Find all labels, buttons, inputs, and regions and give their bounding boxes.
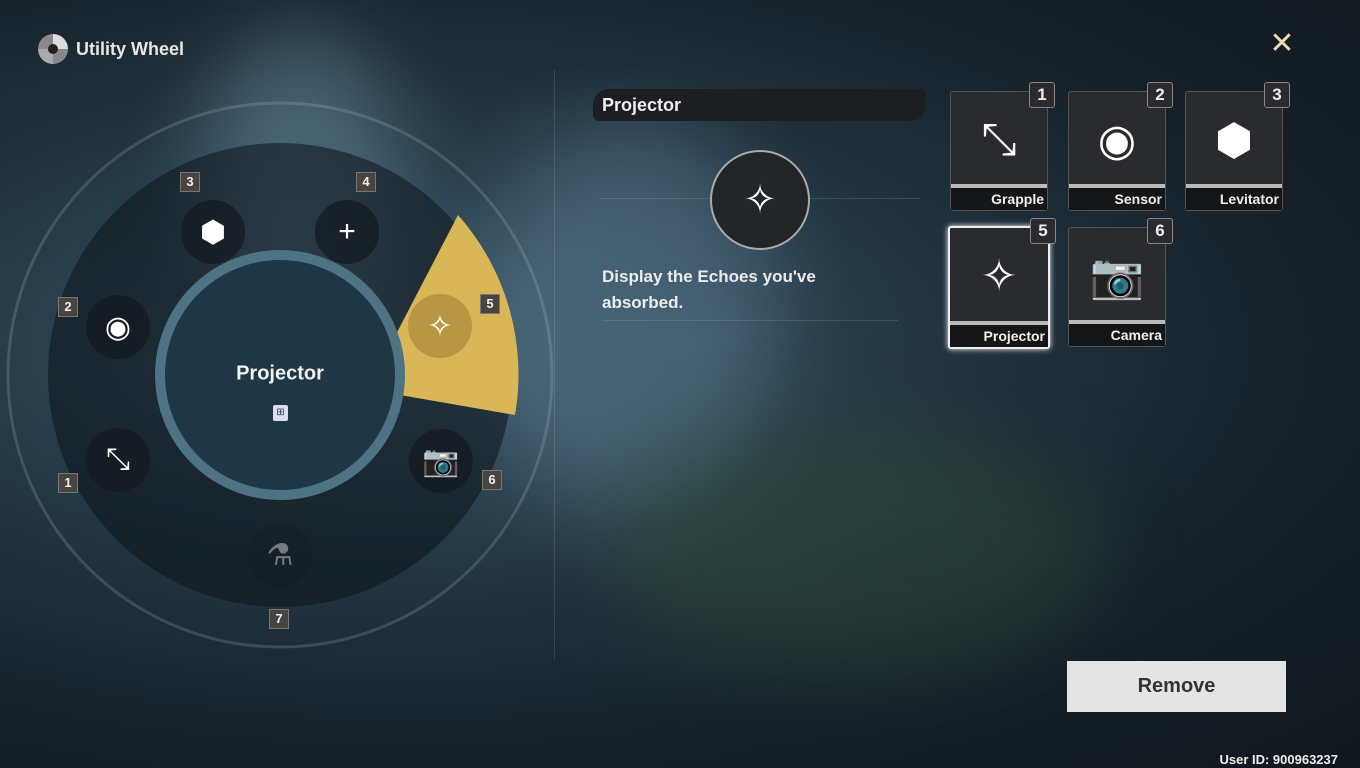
wheel-slot-2[interactable]: ◉ — [86, 295, 150, 359]
tool-card-levitator[interactable]: ⬢ Levitator 3 — [1185, 82, 1290, 211]
detail-icon-glyph: ✧ — [743, 178, 777, 222]
close-x-icon[interactable]: ✕ — [1266, 28, 1298, 60]
projector-icon: ✧ — [427, 309, 453, 343]
tool-number: 5 — [1030, 218, 1056, 244]
grapple-icon: ⤡ — [981, 115, 1017, 164]
detail-description: Display the Echoes you've absorbed. — [602, 267, 816, 312]
wheel-slot-4[interactable]: + — [315, 200, 379, 264]
tool-card-sensor[interactable]: ◉ Sensor 2 — [1068, 82, 1173, 211]
projector-icon: ✧ — [710, 150, 810, 250]
title-text: Utility Wheel — [76, 38, 185, 59]
camera-icon: 📷 — [422, 444, 460, 478]
slot-number: 7 — [269, 609, 289, 629]
detail-title: Projector — [593, 89, 926, 121]
tool-label: Camera — [1069, 324, 1165, 346]
tool-label: Levitator — [1186, 188, 1282, 210]
wheel-slot-6[interactable]: 📷 — [409, 429, 473, 493]
wheel-slot-5[interactable]: ✧ — [408, 294, 472, 358]
slot-number: 6 — [482, 470, 502, 490]
tool-number: 2 — [1147, 82, 1173, 108]
slot-number: 1 — [58, 473, 78, 493]
slot-number: 2 — [58, 297, 78, 317]
sensor-eye-icon: ◉ — [104, 310, 132, 344]
user-id: User ID: 900963237 — [1219, 752, 1338, 767]
slot-number: 4 — [356, 172, 376, 192]
divider — [600, 198, 710, 199]
keybind-icon: ⊞ — [273, 405, 288, 421]
wheel-slot-7[interactable]: ⚗ — [248, 523, 312, 587]
page-title: Utility Wheel — [38, 34, 184, 64]
plus-icon: + — [338, 215, 356, 248]
tool-number: 3 — [1264, 82, 1290, 108]
slot-number: 5 — [480, 294, 500, 314]
slot-number: 3 — [180, 172, 200, 192]
tool-number: 6 — [1147, 218, 1173, 244]
sensor-eye-icon: ◉ — [1097, 115, 1137, 165]
cube-icon: ⬢ — [199, 215, 227, 249]
camera-icon: 📷 — [1089, 252, 1145, 301]
tool-card-projector[interactable]: ✧ Projector 5 — [948, 218, 1056, 349]
utility-wheel-logo-icon — [38, 34, 68, 64]
projector-icon: ✧ — [980, 251, 1018, 301]
tool-label: Projector — [950, 325, 1048, 347]
divider — [602, 320, 898, 321]
wheel-slot-1[interactable]: ⤡ — [86, 428, 150, 492]
remove-button[interactable]: Remove — [1067, 661, 1286, 712]
tool-label: Grapple — [951, 188, 1047, 210]
potion-plus-icon: ⚗ — [266, 538, 294, 572]
grapple-icon: ⤡ — [106, 443, 130, 476]
wheel-slot-3[interactable]: ⬢ — [181, 200, 245, 264]
selected-tool-name: Projector — [236, 362, 324, 385]
divider — [810, 198, 920, 199]
tool-card-camera[interactable]: 📷 Camera 6 — [1068, 218, 1173, 347]
tool-number: 1 — [1029, 82, 1055, 108]
tool-label: Sensor — [1069, 188, 1165, 210]
tool-card-grapple[interactable]: ⤡ Grapple 1 — [950, 82, 1055, 211]
cube-icon: ⬢ — [1214, 115, 1254, 165]
